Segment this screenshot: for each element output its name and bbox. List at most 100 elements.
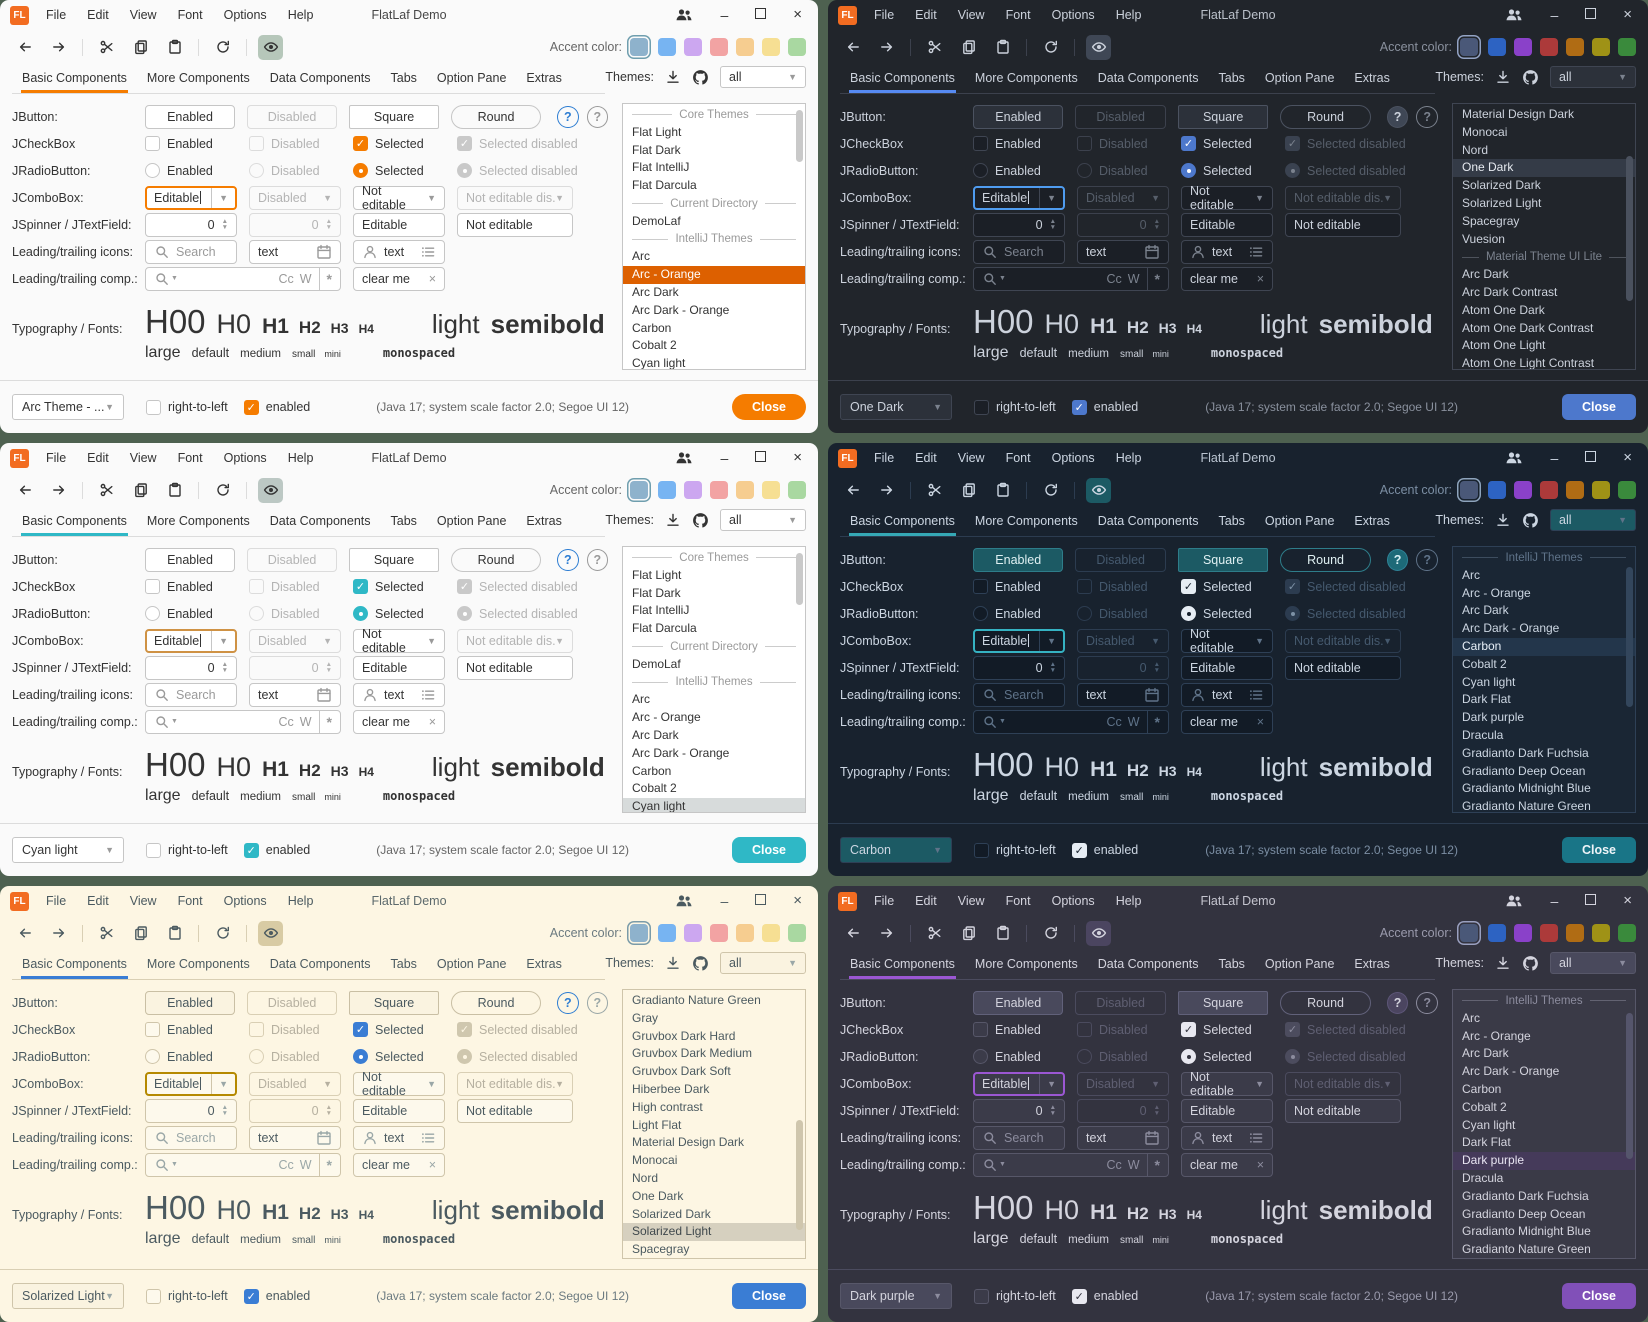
menu-edit[interactable]: Edit	[915, 8, 937, 22]
enabled-checkbox[interactable]: ✓enabled	[244, 400, 311, 415]
menu-font[interactable]: Font	[178, 8, 203, 22]
clear-me-field[interactable]: clear me×	[1181, 710, 1273, 734]
regex-toggle[interactable]: *	[327, 271, 332, 287]
checkbox-option[interactable]: Disabled	[249, 132, 341, 156]
show-hidden-toggle[interactable]	[1086, 921, 1111, 946]
back-button[interactable]	[12, 478, 37, 503]
theme-list-item[interactable]: Gradianto Midnight Blue	[1453, 780, 1635, 798]
editable-combobox[interactable]: Editable▼	[973, 629, 1065, 653]
checkbox-option[interactable]: ✓Selected	[353, 1018, 445, 1042]
tab-more-components[interactable]: More Components	[137, 66, 260, 92]
accent-swatch-5[interactable]	[1592, 924, 1610, 942]
menu-file[interactable]: File	[874, 8, 894, 22]
tab-option-pane[interactable]: Option Pane	[427, 66, 517, 92]
spinner[interactable]: 0▲▼	[973, 656, 1065, 680]
round-button[interactable]: Round	[451, 548, 541, 572]
spinner-arrows-icon[interactable]: ▲▼	[222, 219, 228, 230]
radio-option[interactable]: Selected disabled	[457, 1045, 573, 1069]
users-button[interactable]	[1505, 7, 1523, 23]
enabled-button[interactable]: Enabled	[973, 105, 1063, 129]
theme-list-item[interactable]: DemoLaf	[623, 213, 805, 231]
theme-list-item[interactable]: Gradianto Dark Fuchsia	[1453, 1188, 1635, 1206]
radio-option[interactable]: Enabled	[145, 1045, 237, 1069]
theme-list-item[interactable]: Arc Dark	[1453, 602, 1635, 620]
back-button[interactable]	[12, 921, 37, 946]
radio-option[interactable]: Disabled	[1077, 602, 1169, 626]
tab-more-components[interactable]: More Components	[965, 952, 1088, 978]
theme-list-item[interactable]: Atom One Dark	[1453, 302, 1635, 320]
theme-list-item[interactable]: Gradianto Nature Green	[1453, 798, 1635, 813]
download-theme-button[interactable]	[665, 69, 681, 85]
show-hidden-toggle[interactable]	[258, 921, 283, 946]
refresh-button[interactable]	[210, 478, 235, 503]
theme-list-item[interactable]: Cobalt 2	[1453, 1099, 1635, 1117]
menu-font[interactable]: Font	[178, 451, 203, 465]
theme-list-item[interactable]: Spacegray	[623, 1241, 805, 1259]
tab-extras[interactable]: Extras	[516, 509, 571, 535]
accent-swatch-0[interactable]	[1460, 924, 1478, 942]
menu-edit[interactable]: Edit	[915, 894, 937, 908]
checkbox-option[interactable]: ✓Selected	[1181, 132, 1273, 156]
theme-list-item[interactable]: Flat Dark	[623, 585, 805, 603]
accent-swatch-4[interactable]	[1566, 924, 1584, 942]
right-to-left-checkbox[interactable]: right-to-left	[974, 1289, 1056, 1304]
checkbox-option[interactable]: ✓Selected	[353, 575, 445, 599]
theme-select-combobox[interactable]: One Dark▼	[840, 394, 952, 420]
theme-filter-combobox[interactable]: all▼	[720, 509, 806, 531]
cut-button[interactable]	[922, 478, 947, 503]
tab-tabs[interactable]: Tabs	[1209, 952, 1255, 978]
tab-basic-components[interactable]: Basic Components	[840, 952, 965, 978]
radio-option[interactable]: Disabled	[1077, 159, 1169, 183]
enabled-button[interactable]: Enabled	[145, 548, 235, 572]
forward-button[interactable]	[46, 921, 71, 946]
accent-swatch-3[interactable]	[1540, 481, 1558, 499]
clear-me-field[interactable]: clear me×	[353, 1153, 445, 1177]
spinner[interactable]: 0▲▼	[145, 213, 237, 237]
search-input[interactable]: Search	[973, 1126, 1065, 1150]
menu-file[interactable]: File	[874, 894, 894, 908]
text-field-person-list[interactable]: text	[1181, 1126, 1273, 1150]
theme-list-item[interactable]: Arc	[1453, 567, 1635, 585]
theme-list-item[interactable]: Gruvbox Dark Soft	[623, 1063, 805, 1081]
editable-textfield[interactable]: Editable	[353, 656, 445, 680]
menu-view[interactable]: View	[958, 451, 985, 465]
accent-swatch-2[interactable]	[1514, 924, 1532, 942]
accent-swatch-6[interactable]	[1618, 924, 1636, 942]
theme-select-combobox[interactable]: Dark purple▼	[840, 1283, 952, 1309]
accent-swatch-0[interactable]	[630, 924, 648, 942]
editable-combobox[interactable]: Editable▼	[145, 629, 237, 653]
paste-button[interactable]	[162, 478, 187, 503]
accent-swatch-3[interactable]	[710, 38, 728, 56]
theme-list-item[interactable]: Arc - Orange	[1453, 1028, 1635, 1046]
show-hidden-toggle[interactable]	[1086, 478, 1111, 503]
square-button[interactable]: Square	[349, 105, 439, 129]
forward-button[interactable]	[46, 35, 71, 60]
match-case-toggle[interactable]: Cc	[1106, 715, 1121, 729]
help-button-secondary[interactable]: ?	[587, 549, 608, 571]
refresh-button[interactable]	[1038, 921, 1063, 946]
theme-filter-combobox[interactable]: all▼	[1550, 952, 1636, 974]
not-editable-combobox[interactable]: Not editable▼	[1181, 1072, 1273, 1096]
theme-list-item[interactable]: Arc Dark - Orange	[1453, 620, 1635, 638]
theme-select-combobox[interactable]: Carbon▼	[840, 837, 952, 863]
close-button[interactable]: Close	[732, 394, 806, 420]
editable-textfield[interactable]: Editable	[353, 1099, 445, 1123]
theme-list-item[interactable]: Flat Darcula	[623, 177, 805, 195]
minimize-button[interactable]: –	[720, 10, 728, 20]
enabled-button[interactable]: Enabled	[973, 991, 1063, 1015]
theme-list-item[interactable]: Arc Dark - Orange	[1453, 1063, 1635, 1081]
theme-list-item[interactable]: Monocai	[1453, 124, 1635, 142]
checkbox-option[interactable]: Disabled	[1077, 1018, 1169, 1042]
show-hidden-toggle[interactable]	[258, 35, 283, 60]
clear-icon[interactable]: ×	[1257, 1158, 1264, 1172]
theme-list-item[interactable]: Arc Dark	[1453, 1045, 1635, 1063]
regex-toggle[interactable]: *	[1155, 271, 1160, 287]
search-with-options-input[interactable]: ▼CcW*	[145, 267, 341, 291]
checkbox-option[interactable]: Enabled	[145, 575, 237, 599]
github-button[interactable]	[1522, 512, 1539, 529]
tab-tabs[interactable]: Tabs	[1209, 509, 1255, 535]
theme-select-combobox[interactable]: Cyan light▼	[12, 837, 124, 863]
themes-list[interactable]: Gradianto Nature GreenGrayGruvbox Dark H…	[622, 989, 806, 1259]
right-to-left-checkbox[interactable]: right-to-left	[974, 400, 1056, 415]
theme-filter-combobox[interactable]: all▼	[720, 66, 806, 88]
